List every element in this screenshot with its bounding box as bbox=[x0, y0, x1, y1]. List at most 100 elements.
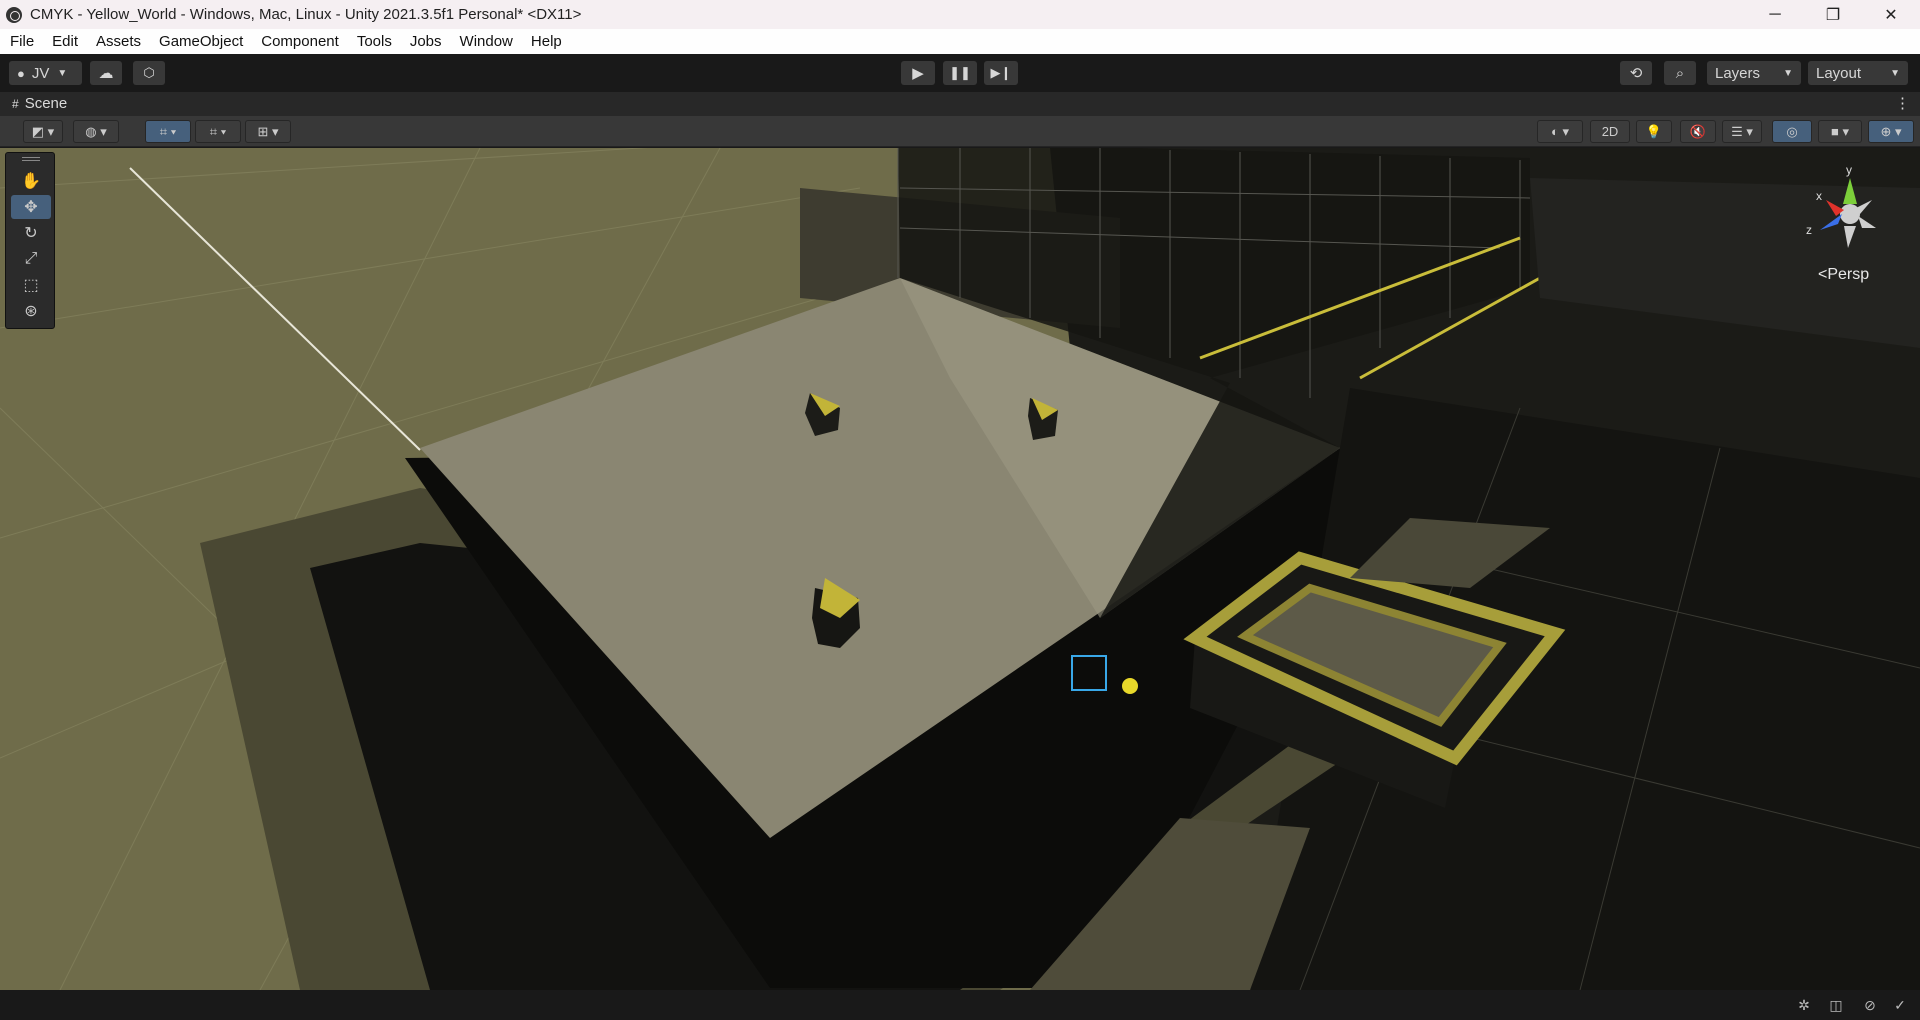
tool-palette: ✋ ✥ ↻ ⤢ ⬚ ⊛ bbox=[5, 152, 55, 329]
layers-dropdown[interactable]: Layers ▼ bbox=[1707, 61, 1801, 85]
minimize-button[interactable]: ─ bbox=[1746, 0, 1804, 29]
menu-window[interactable]: Window bbox=[450, 33, 521, 50]
globe-icon: ◍ ▾ bbox=[85, 123, 107, 139]
scene-viewport[interactable]: y x z bbox=[0, 148, 1920, 990]
window-controls: ─ ❐ ✕ bbox=[1746, 0, 1920, 29]
light-bulb-icon: 💡 bbox=[1645, 123, 1663, 139]
align-icon: ⊞ ▾ bbox=[257, 123, 279, 139]
sphere-icon: ◐ ▾ bbox=[1551, 123, 1569, 139]
menu-tools[interactable]: Tools bbox=[347, 33, 400, 50]
grid-snap-icon: ⌗ ▾ bbox=[159, 123, 177, 139]
play-button[interactable]: ▶ bbox=[901, 61, 935, 85]
increment-snap-dropdown[interactable]: ⌗ ▾ bbox=[195, 120, 241, 143]
play-icon: ▶ bbox=[912, 65, 924, 82]
audio-toggle[interactable]: 🔇 bbox=[1680, 120, 1716, 143]
cloud-button[interactable]: ☁ bbox=[90, 61, 122, 85]
gizmos-dropdown[interactable]: ⊕ ▾ bbox=[1868, 120, 1914, 143]
tab-scene[interactable]: # Scene bbox=[12, 95, 67, 112]
align-dropdown[interactable]: ⊞ ▾ bbox=[245, 120, 291, 143]
scale-tool[interactable]: ⤢ bbox=[11, 247, 51, 271]
search-icon: ⌕ bbox=[1675, 64, 1685, 82]
collab-button[interactable]: ⬡ bbox=[133, 61, 165, 85]
hand-tool[interactable]: ✋ bbox=[11, 169, 51, 193]
gizmo-axis-y: y bbox=[1846, 163, 1852, 177]
undo-history-button[interactable]: ⟲ bbox=[1620, 61, 1652, 85]
scene-render: y x z bbox=[0, 148, 1920, 990]
unity-logo-icon bbox=[6, 6, 22, 23]
layout-dropdown[interactable]: Layout ▼ bbox=[1808, 61, 1908, 85]
gizmos-icon: ⊕ ▾ bbox=[1880, 123, 1902, 139]
pause-icon: ❚❚ bbox=[949, 65, 971, 80]
visibility-icon: ◎ bbox=[1786, 123, 1798, 139]
global-dropdown[interactable]: ◍ ▾ bbox=[73, 120, 119, 143]
menu-gameobject[interactable]: GameObject bbox=[149, 33, 251, 50]
rect-icon: ⬚ bbox=[23, 277, 39, 294]
snap-icon: ⌗ ▾ bbox=[209, 123, 227, 139]
cloud-icon: ☁ bbox=[98, 65, 114, 82]
progress-check-icon[interactable]: ✓ bbox=[1890, 996, 1910, 1014]
collab-icon: ⬡ bbox=[143, 65, 155, 80]
account-icon: ● bbox=[17, 65, 25, 81]
menu-edit[interactable]: Edit bbox=[42, 33, 86, 50]
effects-dropdown[interactable]: ☰ ▾ bbox=[1722, 120, 1762, 143]
scene-visibility-toggle[interactable]: ◎ bbox=[1772, 120, 1812, 143]
chevron-down-icon: ▼ bbox=[57, 67, 68, 79]
chevron-left-icon: < bbox=[1818, 266, 1828, 283]
gizmo-axis-x: x bbox=[1816, 189, 1822, 203]
shading-icon: ◩ ▾ bbox=[31, 123, 55, 139]
scene-toolbar: ◩ ▾ ◍ ▾ ⌗ ▾ ⌗ ▾ ⊞ ▾ ◐ ▾ 2D 💡 🔇 ☰ ▾ ◎ ■ ▾… bbox=[0, 116, 1920, 147]
camera-dropdown[interactable]: ■ ▾ bbox=[1818, 120, 1862, 143]
scene-tab-bar: # Scene ⋮ bbox=[0, 92, 1920, 116]
rotate-icon: ↻ bbox=[24, 225, 38, 242]
scale-icon: ⤢ bbox=[24, 250, 38, 267]
hand-icon: ✋ bbox=[21, 173, 41, 190]
history-icon: ⟲ bbox=[1629, 65, 1643, 82]
account-label: JV bbox=[31, 64, 50, 82]
light-gizmo-icon[interactable] bbox=[1122, 678, 1138, 694]
audio-mute-icon: 🔇 bbox=[1689, 123, 1707, 139]
menu-help[interactable]: Help bbox=[521, 33, 570, 50]
projection-toggle[interactable]: <Persp bbox=[1818, 266, 1869, 284]
transform-tool[interactable]: ⊛ bbox=[11, 299, 51, 323]
cache-icon[interactable]: ◫ bbox=[1826, 996, 1846, 1014]
step-icon: ▶❙ bbox=[990, 65, 1012, 80]
move-icon: ✥ bbox=[24, 199, 38, 216]
debug-icon[interactable]: ✲ bbox=[1794, 996, 1814, 1014]
menu-assets[interactable]: Assets bbox=[86, 33, 149, 50]
grid-icon: # bbox=[12, 96, 19, 111]
effects-icon: ☰ ▾ bbox=[1731, 123, 1753, 139]
projection-label: Persp bbox=[1827, 266, 1870, 283]
layout-label: Layout bbox=[1816, 64, 1862, 82]
pause-button[interactable]: ❚❚ bbox=[943, 61, 977, 85]
title-bar: CMYK - Yellow_World - Windows, Mac, Linu… bbox=[0, 0, 1920, 29]
rotate-tool[interactable]: ↻ bbox=[11, 221, 51, 245]
drag-handle[interactable] bbox=[22, 157, 40, 161]
step-button[interactable]: ▶❙ bbox=[984, 61, 1018, 85]
more-options-icon[interactable]: ⋮ bbox=[1895, 94, 1910, 112]
window-title: CMYK - Yellow_World - Windows, Mac, Linu… bbox=[30, 6, 582, 23]
chevron-down-icon: ▼ bbox=[1783, 67, 1793, 79]
menu-file[interactable]: File bbox=[0, 33, 42, 50]
main-toolbar: ● JV ▼ ☁ ⬡ ▶ ❚❚ ▶❙ ⟲ ⌕ Layers ▼ Layout ▼ bbox=[0, 54, 1920, 92]
chevron-down-icon: ▼ bbox=[1890, 67, 1900, 79]
lighting-toggle[interactable]: 💡 bbox=[1636, 120, 1672, 143]
grid-snap-toggle[interactable]: ⌗ ▾ bbox=[145, 120, 191, 143]
menu-bar: File Edit Assets GameObject Component To… bbox=[0, 29, 1920, 54]
maximize-button[interactable]: ❐ bbox=[1804, 0, 1862, 29]
menu-component[interactable]: Component bbox=[251, 33, 347, 50]
shading-mode-dropdown[interactable]: ◐ ▾ bbox=[1537, 120, 1583, 143]
gizmo-axis-z: z bbox=[1806, 223, 1812, 237]
mode-2d-toggle[interactable]: 2D bbox=[1590, 120, 1630, 143]
transform-icon: ⊛ bbox=[24, 303, 38, 320]
search-button[interactable]: ⌕ bbox=[1664, 61, 1696, 85]
menu-jobs[interactable]: Jobs bbox=[400, 33, 450, 50]
status-bar: ✲ ◫ ⊘ ✓ bbox=[0, 990, 1920, 1020]
account-dropdown[interactable]: ● JV ▼ bbox=[9, 61, 82, 85]
rect-tool[interactable]: ⬚ bbox=[11, 273, 51, 297]
draw-mode-dropdown[interactable]: ◩ ▾ bbox=[23, 120, 63, 143]
close-button[interactable]: ✕ bbox=[1862, 0, 1920, 29]
camera-icon: ■ ▾ bbox=[1831, 123, 1849, 139]
move-tool[interactable]: ✥ bbox=[11, 195, 51, 219]
network-icon[interactable]: ⊘ bbox=[1860, 996, 1880, 1014]
mode-2d-label: 2D bbox=[1601, 124, 1619, 139]
